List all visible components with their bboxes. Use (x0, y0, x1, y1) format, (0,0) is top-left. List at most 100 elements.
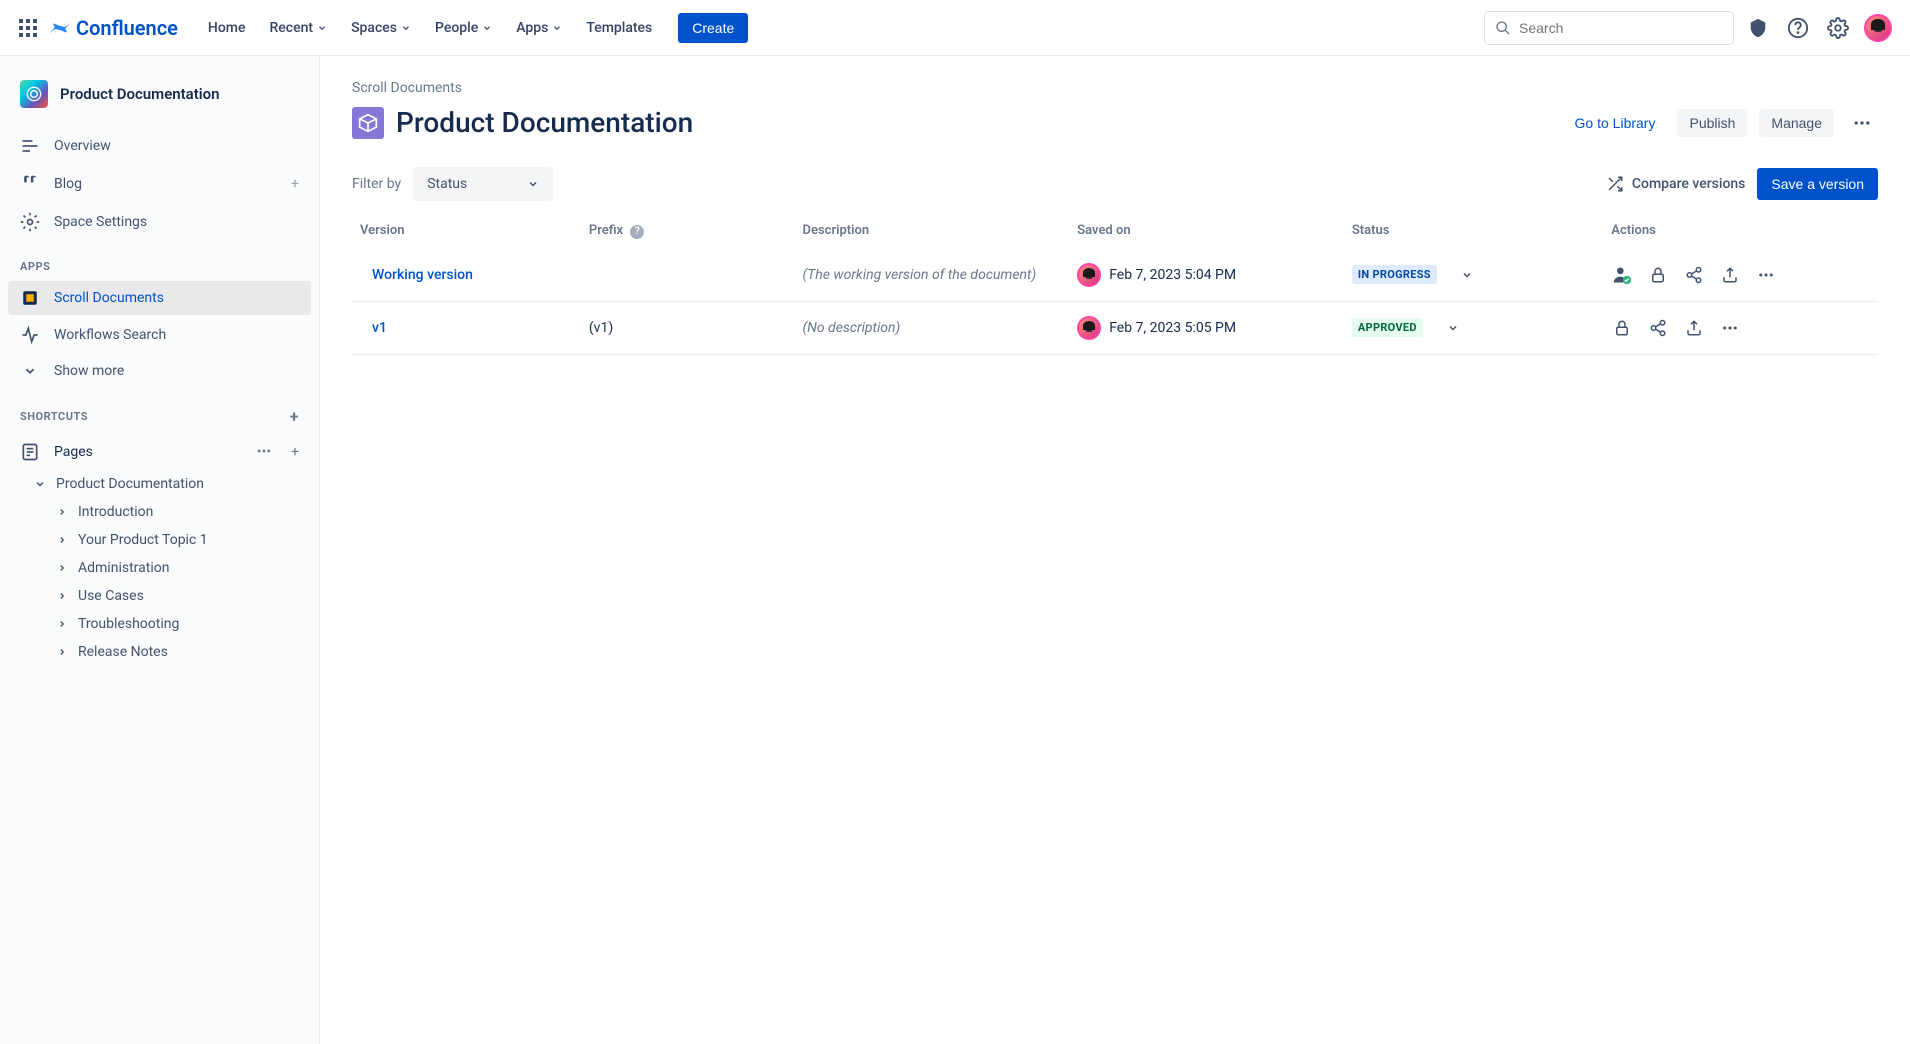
column-header: Description (795, 213, 1070, 249)
blog-icon (20, 174, 40, 194)
publish-button[interactable]: Publish (1677, 109, 1747, 137)
nav-recent[interactable]: Recent (259, 14, 337, 42)
search-box[interactable] (1484, 11, 1734, 45)
column-header: Status (1344, 213, 1603, 249)
sidebar-app-workflows-search[interactable]: Workflows Search (8, 317, 311, 353)
pages-label: Pages (54, 444, 93, 460)
sidebar-app-scroll-documents[interactable]: Scroll Documents (8, 281, 311, 315)
confluence-logo[interactable]: Confluence (48, 16, 178, 40)
settings-icon[interactable] (1822, 12, 1854, 44)
status-dropdown-icon[interactable] (1447, 322, 1459, 334)
tree-item[interactable]: Introduction (8, 498, 311, 526)
page-title: Product Documentation (396, 106, 1553, 139)
shuffle-icon (1606, 175, 1624, 193)
overview-icon (20, 136, 40, 156)
prefix-cell (581, 249, 795, 302)
share-icon[interactable] (1647, 317, 1669, 339)
more-actions-icon[interactable] (1846, 107, 1878, 139)
versions-table: VersionPrefix ?DescriptionSaved onStatus… (352, 213, 1878, 355)
pages-more-icon[interactable]: ••• (251, 444, 277, 460)
chevron-icon (20, 364, 40, 378)
nav-templates[interactable]: Templates (576, 14, 662, 42)
go-to-library-link[interactable]: Go to Library (1565, 109, 1666, 137)
description-cell: (The working version of the document) (803, 267, 1037, 283)
version-link[interactable]: Working version (360, 267, 473, 283)
tree-root[interactable]: Product Documentation (8, 470, 311, 498)
tree-item[interactable]: Your Product Topic 1 (8, 526, 311, 554)
breadcrumb[interactable]: Scroll Documents (352, 80, 1878, 96)
chevron-right-icon[interactable] (54, 535, 70, 545)
column-header: Saved on (1069, 213, 1344, 249)
save-version-button[interactable]: Save a version (1757, 168, 1878, 200)
space-icon (20, 80, 48, 108)
person-check-icon[interactable] (1611, 264, 1633, 286)
chevron-down-icon[interactable] (32, 478, 48, 490)
top-nav: HomeRecent Spaces People Apps Templates (198, 14, 662, 42)
column-header: Actions (1603, 213, 1878, 249)
chevron-right-icon[interactable] (54, 507, 70, 517)
chevron-right-icon[interactable] (54, 591, 70, 601)
manage-button[interactable]: Manage (1759, 109, 1834, 137)
status-dropdown-icon[interactable] (1461, 269, 1473, 281)
export-icon[interactable] (1683, 317, 1705, 339)
share-icon[interactable] (1683, 264, 1705, 286)
table-row: Working version (The working version of t… (352, 249, 1878, 302)
row-more-icon[interactable] (1719, 317, 1741, 339)
export-icon[interactable] (1719, 264, 1741, 286)
notifications-icon[interactable] (1742, 12, 1774, 44)
prefix-cell: (v1) (581, 301, 795, 354)
create-button[interactable]: Create (678, 13, 748, 43)
help-icon[interactable] (1782, 12, 1814, 44)
chevron-down-icon (527, 178, 539, 190)
nav-people[interactable]: People (425, 14, 502, 42)
brand-name: Confluence (76, 16, 178, 40)
lock-icon[interactable] (1611, 317, 1633, 339)
workflow-icon (20, 325, 40, 345)
status-badge: IN PROGRESS (1352, 265, 1437, 284)
sidebar: Product Documentation OverviewBlog+Space… (0, 56, 320, 1044)
add-page-icon[interactable]: + (291, 444, 299, 460)
tree-root-label: Product Documentation (56, 476, 204, 492)
user-avatar[interactable] (1077, 316, 1101, 340)
tree-item[interactable]: Troubleshooting (8, 610, 311, 638)
add-shortcut-icon[interactable]: + (290, 407, 299, 426)
help-icon[interactable]: ? (630, 225, 644, 239)
filter-value: Status (427, 176, 467, 192)
saved-cell: Feb 7, 2023 5:05 PM (1077, 316, 1336, 340)
app-switcher-icon[interactable] (16, 16, 40, 40)
row-more-icon[interactable] (1755, 264, 1777, 286)
space-header[interactable]: Product Documentation (8, 76, 311, 128)
table-row: v1(v1)(No description)Feb 7, 2023 5:05 P… (352, 301, 1878, 354)
user-avatar[interactable] (1077, 263, 1101, 287)
column-header: Version (352, 213, 581, 249)
version-link[interactable]: v1 (360, 320, 387, 336)
saved-cell: Feb 7, 2023 5:04 PM (1077, 263, 1336, 287)
status-filter-dropdown[interactable]: Status (413, 167, 553, 201)
compare-versions-button[interactable]: Compare versions (1606, 175, 1746, 193)
search-input[interactable] (1519, 20, 1723, 36)
chevron-right-icon[interactable] (54, 647, 70, 657)
chevron-right-icon[interactable] (54, 563, 70, 573)
status-badge: APPROVED (1352, 318, 1423, 337)
gear-icon (20, 212, 40, 232)
sidebar-item-blog[interactable]: Blog+ (8, 166, 311, 202)
nav-home[interactable]: Home (198, 14, 256, 42)
sidebar-app-show-more[interactable]: Show more (8, 355, 311, 387)
add-icon[interactable]: + (291, 176, 299, 192)
sidebar-item-overview[interactable]: Overview (8, 128, 311, 164)
tree-item[interactable]: Use Cases (8, 582, 311, 610)
pages-header[interactable]: Pages ••• + (8, 434, 311, 470)
nav-spaces[interactable]: Spaces (341, 14, 421, 42)
shortcuts-section-header: SHORTCUTS + (8, 389, 311, 434)
sidebar-item-space-settings[interactable]: Space Settings (8, 204, 311, 240)
scroll-icon (20, 289, 40, 307)
document-icon (352, 107, 384, 139)
filter-label: Filter by (352, 176, 401, 192)
tree-item[interactable]: Release Notes (8, 638, 311, 666)
profile-avatar[interactable] (1862, 12, 1894, 44)
tree-item[interactable]: Administration (8, 554, 311, 582)
apps-section-header: APPS (8, 242, 311, 281)
chevron-right-icon[interactable] (54, 619, 70, 629)
nav-apps[interactable]: Apps (506, 14, 572, 42)
lock-icon[interactable] (1647, 264, 1669, 286)
